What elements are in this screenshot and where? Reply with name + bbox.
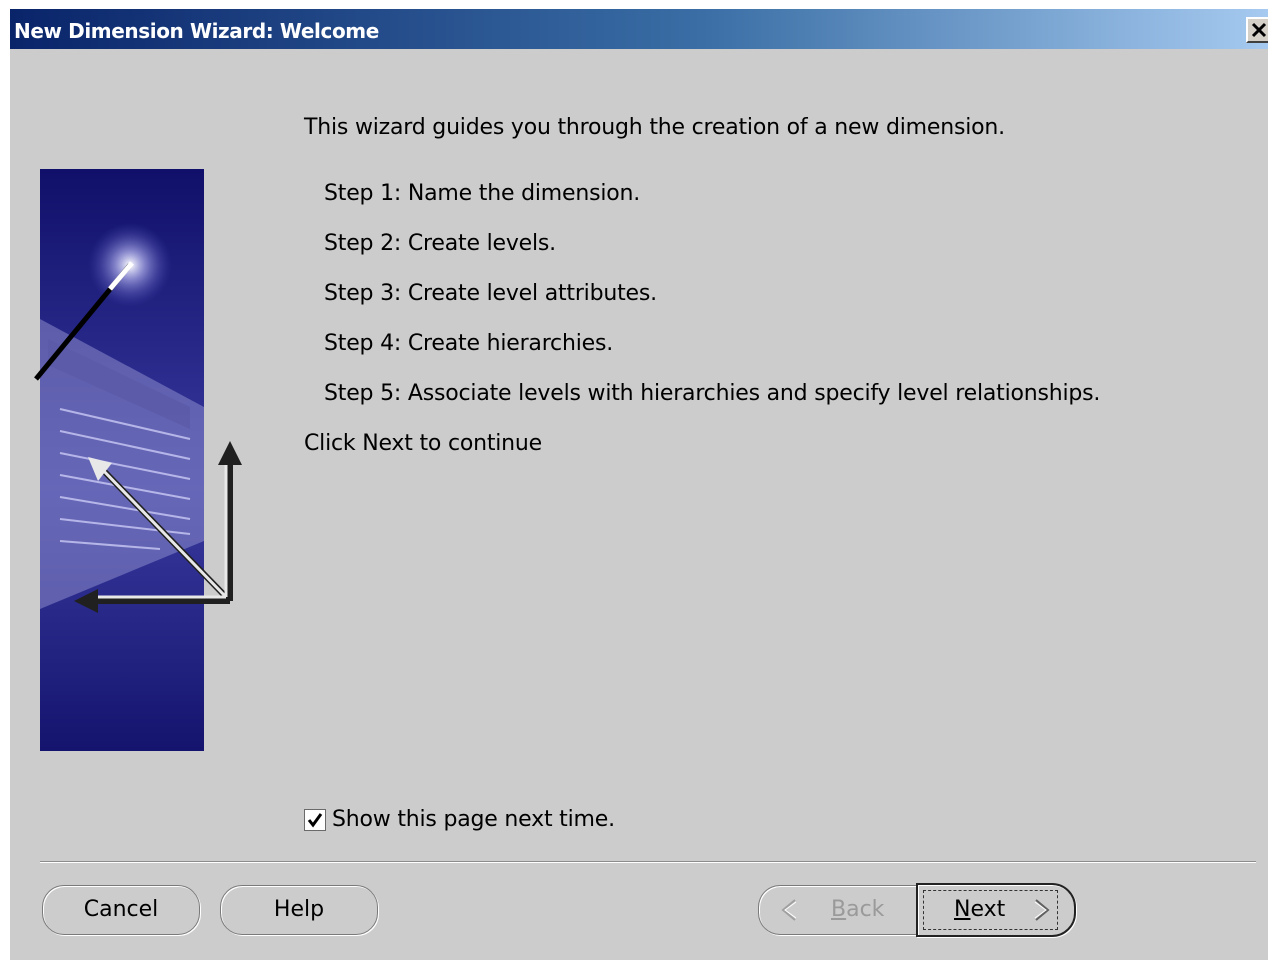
steps-list: Step 1: Name the dimension. Step 2: Crea… — [324, 181, 1100, 431]
show-next-time-label: Show this page next time. — [332, 807, 615, 832]
close-button[interactable] — [1246, 17, 1268, 43]
next-button[interactable]: Next — [916, 883, 1076, 937]
back-button[interactable]: Back — [758, 885, 920, 935]
next-label-rest: ext — [970, 897, 1006, 922]
intro-text: This wizard guides you through the creat… — [304, 115, 1005, 140]
close-icon — [1251, 22, 1267, 38]
back-label-rest: ack — [846, 897, 885, 922]
back-mnemonic: B — [831, 897, 847, 922]
checkmark-icon — [307, 813, 323, 828]
cancel-button[interactable]: Cancel — [42, 885, 200, 935]
back-label: Back — [831, 886, 884, 934]
wizard-illustration — [34, 169, 242, 751]
step-1: Step 1: Name the dimension. — [324, 181, 641, 206]
continue-text: Click Next to continue — [304, 431, 542, 456]
show-next-time-checkbox[interactable] — [304, 809, 326, 831]
next-label: Next — [954, 886, 1005, 934]
help-button[interactable]: Help — [220, 885, 378, 935]
chevron-right-icon — [1034, 899, 1050, 921]
step-2: Step 2: Create levels. — [324, 231, 556, 256]
wizard-dialog: New Dimension Wizard: Welcome This wizar… — [8, 8, 1268, 960]
footer-separator — [40, 861, 1256, 863]
step-4: Step 4: Create hierarchies. — [324, 331, 614, 356]
window-title: New Dimension Wizard: Welcome — [14, 19, 379, 43]
step-3: Step 3: Create level attributes. — [324, 281, 657, 306]
chevron-left-icon — [781, 899, 797, 921]
step-5: Step 5: Associate levels with hierarchie… — [324, 381, 1101, 406]
title-bar[interactable]: New Dimension Wizard: Welcome — [10, 9, 1268, 49]
next-mnemonic: N — [954, 897, 971, 922]
